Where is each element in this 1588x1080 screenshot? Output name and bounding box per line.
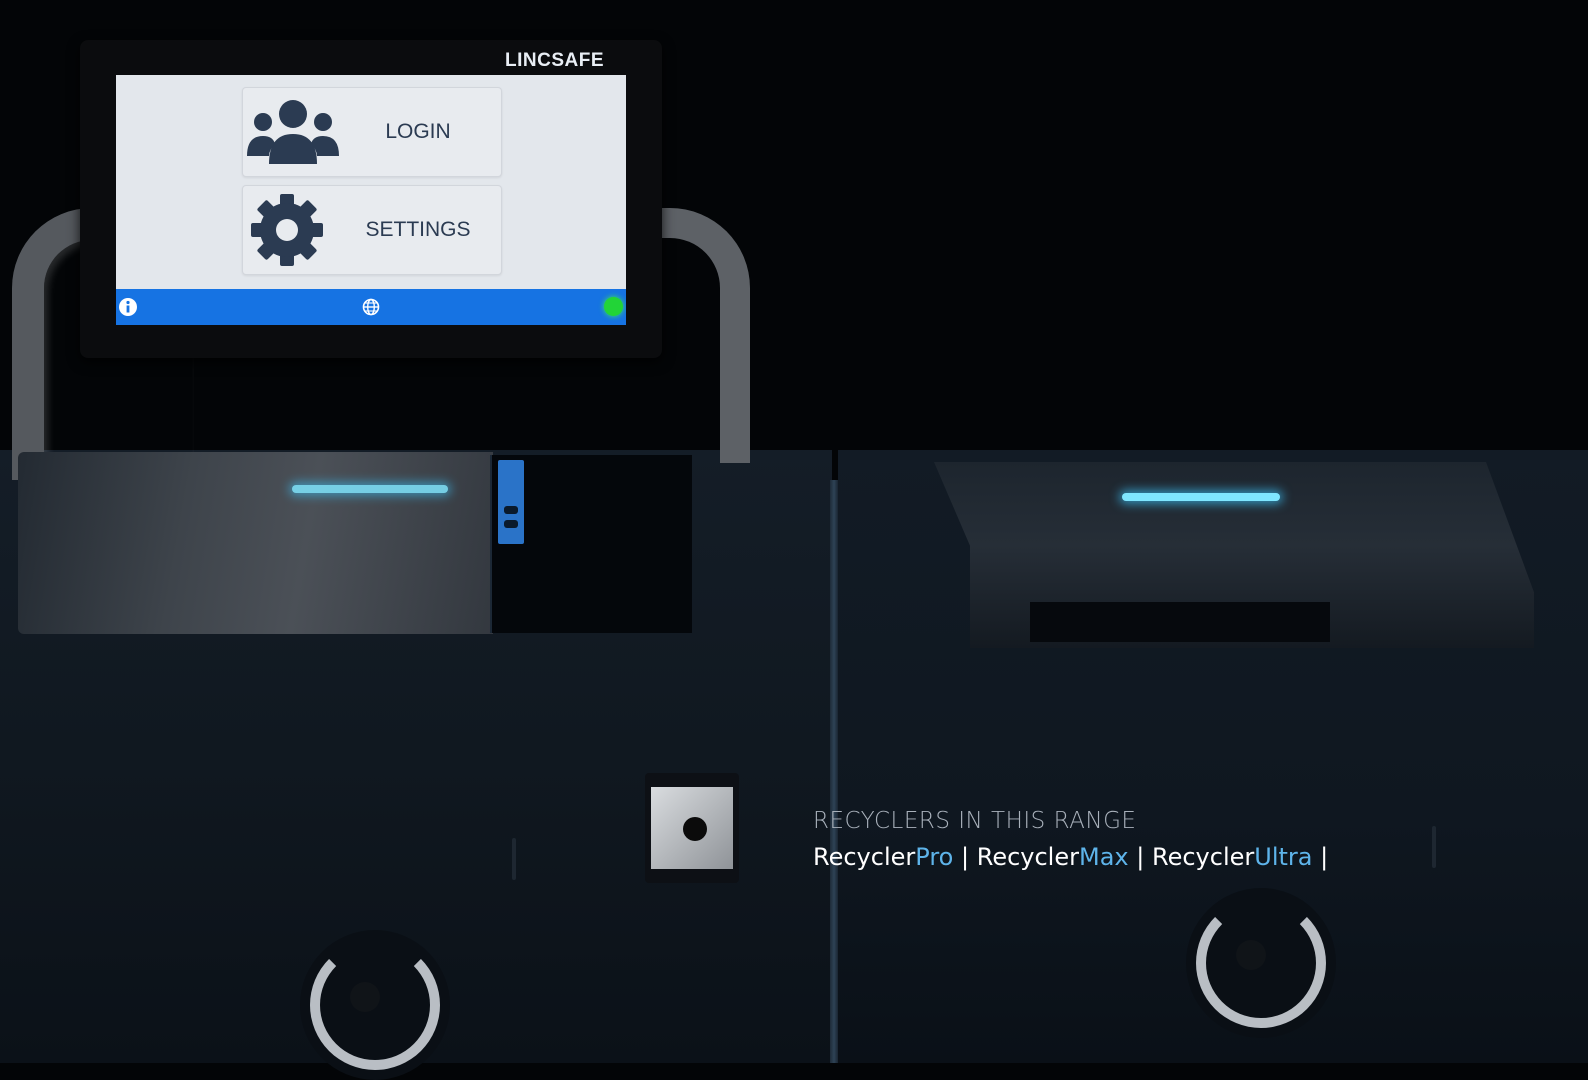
product-photo: LINCSAFE LOGIN SETTINGS RECYCLERS IN THI… <box>0 0 1588 1080</box>
product-link-max[interactable]: RecyclerMax <box>977 843 1129 871</box>
led-light-right <box>1122 493 1280 501</box>
scanner-window <box>651 787 733 869</box>
unit-seam <box>830 480 838 1063</box>
product-link-ultra[interactable]: RecyclerUltra <box>1152 843 1312 871</box>
product-suffix: Max <box>1078 843 1129 871</box>
caption-title: RECYCLERS IN THIS RANGE <box>813 808 1137 834</box>
login-button[interactable]: LOGIN <box>242 87 502 177</box>
panel-notch-left <box>512 838 516 880</box>
separator: | <box>960 843 970 871</box>
login-label: LOGIN <box>385 120 451 143</box>
key-lock-left <box>300 930 450 1080</box>
product-links: RecyclerPro | RecyclerMax | RecyclerUltr… <box>813 838 1328 876</box>
led-light-left <box>292 485 448 493</box>
panel-notch-right <box>1432 826 1436 868</box>
product-prefix: Recycler <box>813 843 916 871</box>
gear-icon <box>251 194 323 266</box>
info-icon[interactable] <box>118 297 138 317</box>
online-status-indicator <box>604 297 623 316</box>
product-prefix: Recycler <box>976 843 1079 871</box>
cash-tray-left <box>18 452 493 634</box>
brand-logo: LINCSAFE <box>505 50 604 71</box>
note-slot <box>1030 602 1330 642</box>
lock-keyhole <box>350 982 380 1012</box>
product-prefix: Recycler <box>1151 843 1255 871</box>
barcode-scanner <box>645 773 739 883</box>
users-icon <box>247 100 339 164</box>
separator: | <box>1136 843 1145 871</box>
touchscreen-display: LOGIN SETTINGS <box>116 75 626 325</box>
status-bar <box>116 289 626 325</box>
settings-label: SETTINGS <box>365 218 471 241</box>
product-suffix: Pro <box>915 843 954 871</box>
recyclers-caption: RECYCLERS IN THIS RANGE RecyclerPro | Re… <box>813 804 1328 876</box>
separator: | <box>1320 843 1329 871</box>
globe-icon[interactable] <box>362 298 380 316</box>
product-link-pro[interactable]: RecyclerPro <box>813 843 953 871</box>
lock-keyhole <box>1236 940 1266 970</box>
settings-button[interactable]: SETTINGS <box>242 185 502 275</box>
card-reader-indicator <box>498 460 524 544</box>
scanner-lens <box>683 817 707 841</box>
product-suffix: Ultra <box>1254 843 1313 871</box>
key-lock-right <box>1186 888 1336 1038</box>
